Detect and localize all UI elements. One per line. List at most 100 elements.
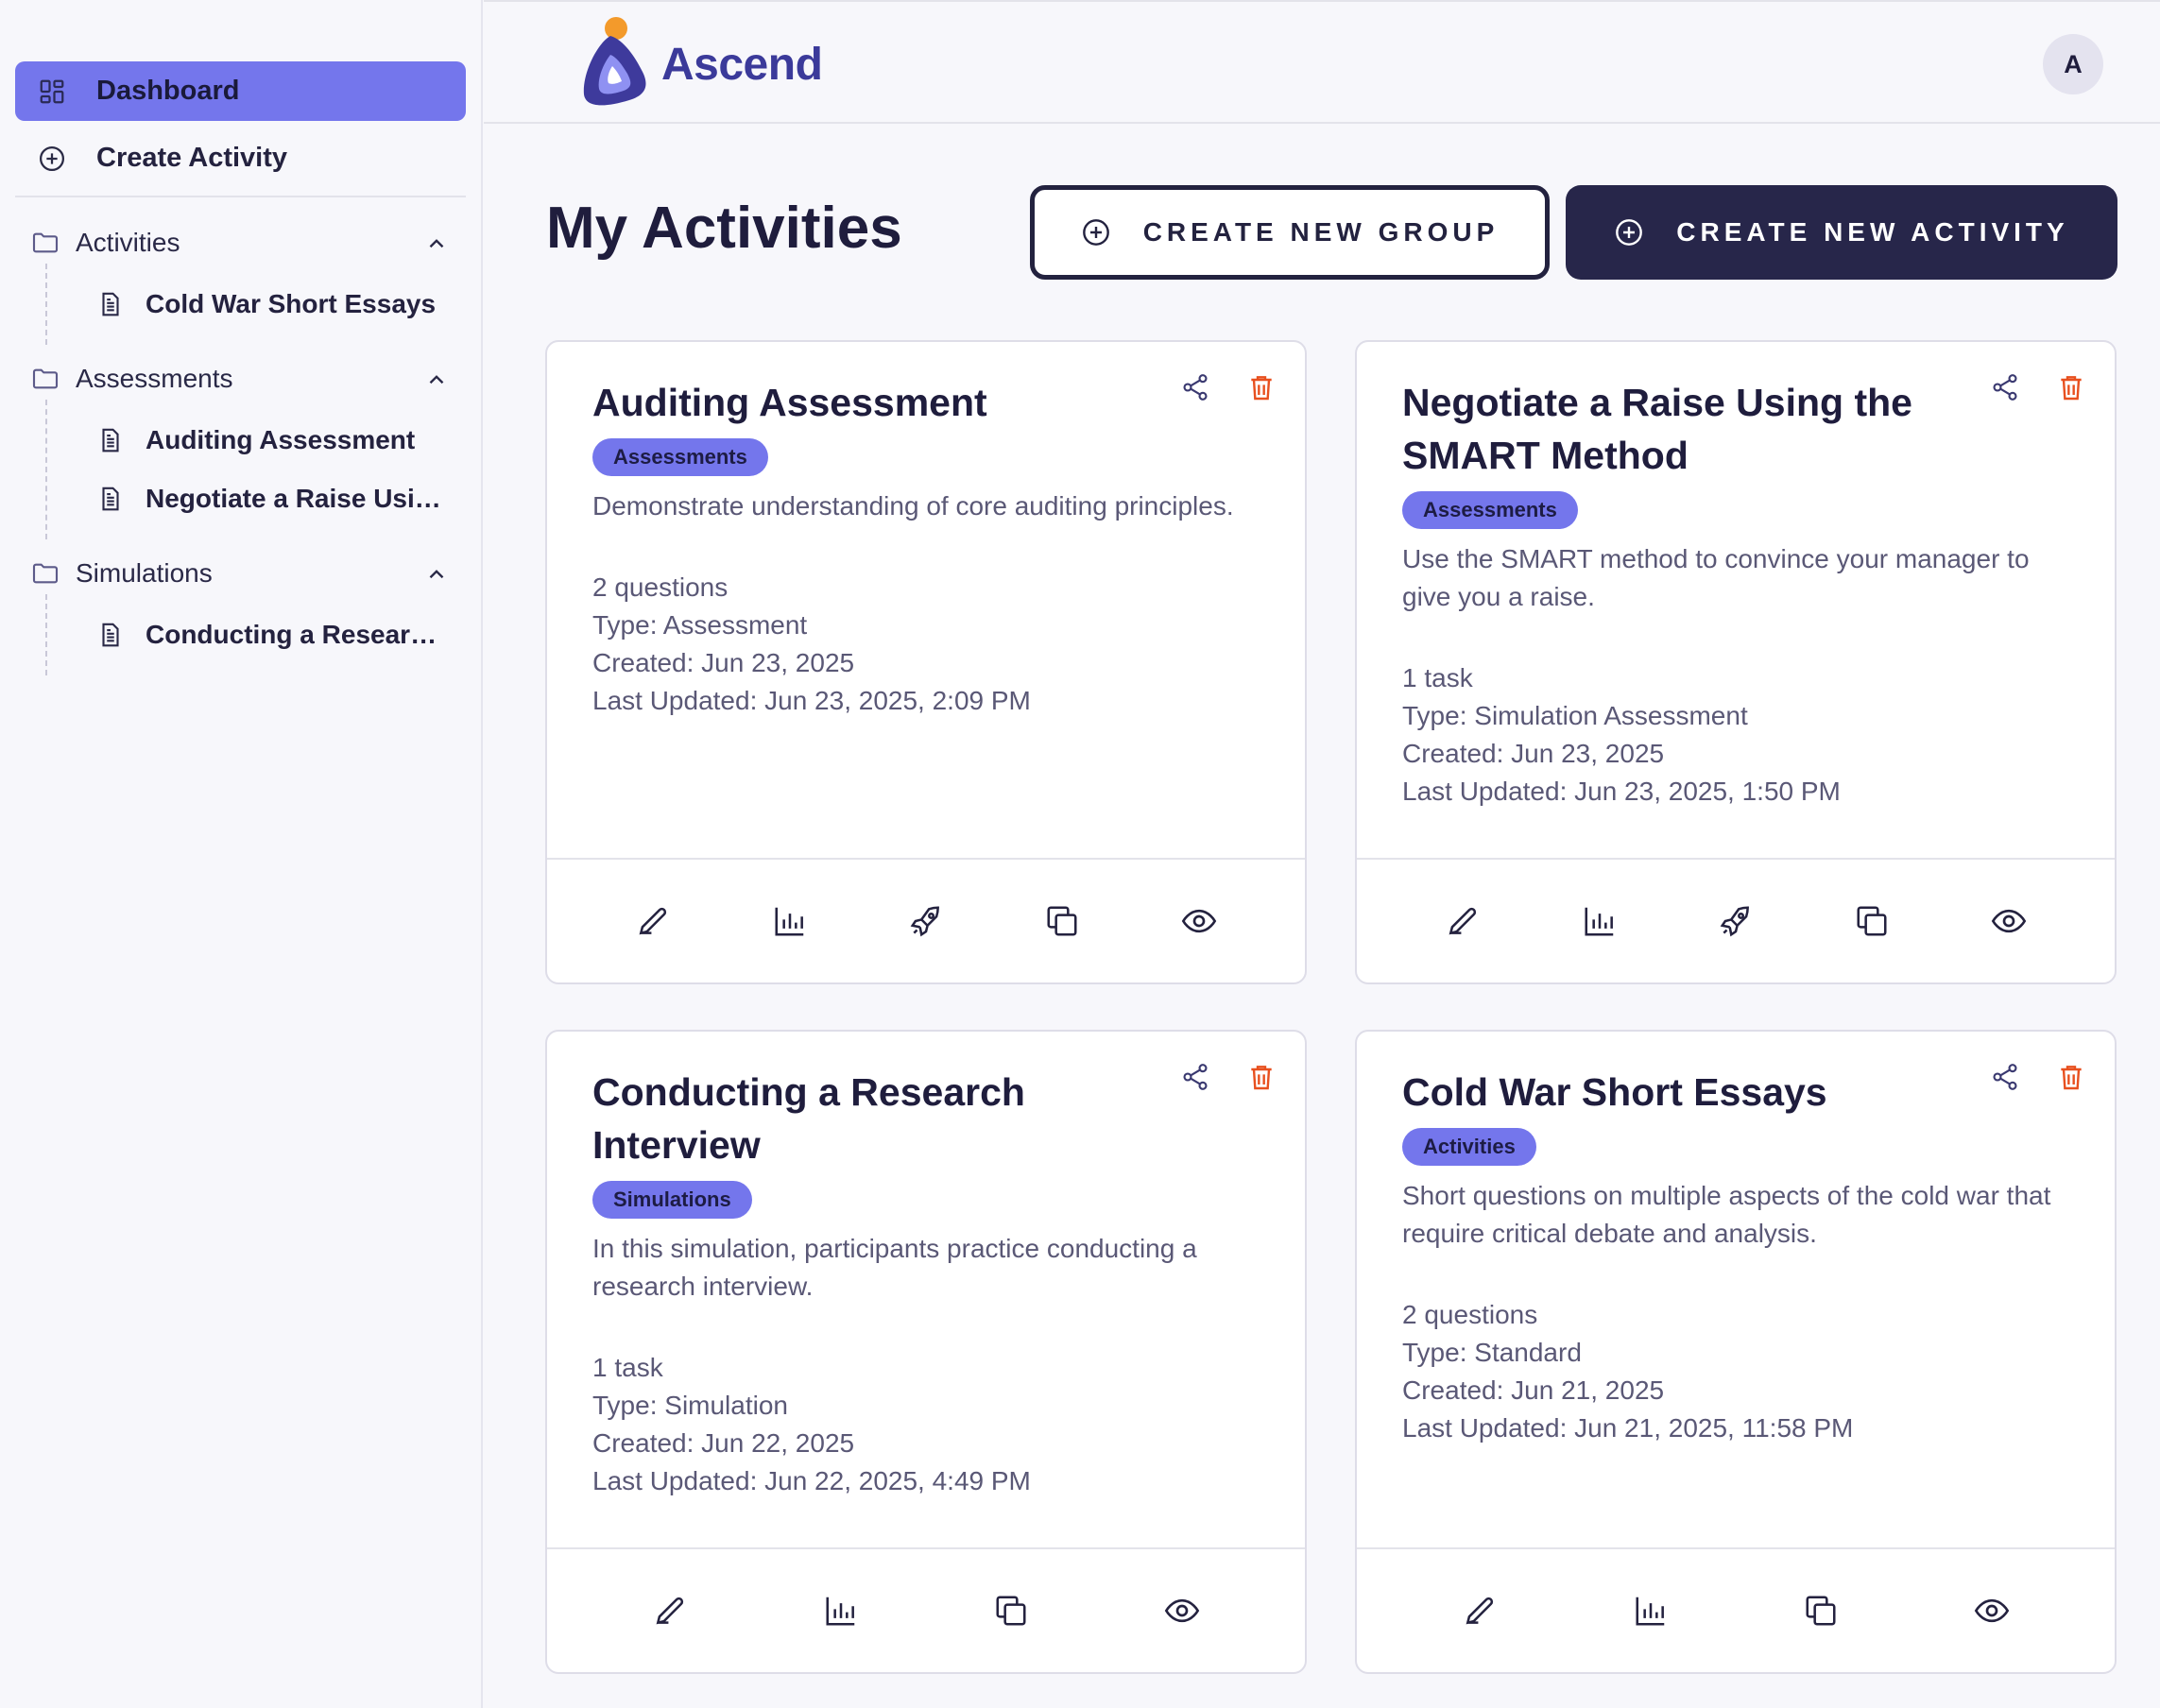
updated-date: Last Updated: Jun 23, 2025, 1:50 PM <box>1402 777 1841 806</box>
nav-dashboard[interactable]: Dashboard <box>15 61 466 121</box>
sidebar-group-activities[interactable]: Activities <box>15 222 466 264</box>
created-date: Created: Jun 23, 2025 <box>592 648 855 677</box>
card-meta: 1 task Type: Simulation Assessment Creat… <box>1402 659 2069 811</box>
duplicate-button[interactable] <box>1039 898 1085 944</box>
analytics-button[interactable] <box>767 898 813 944</box>
activity-card[interactable]: Auditing Assessment Assessments Demonstr… <box>545 340 1307 984</box>
preview-button[interactable] <box>1159 1588 1205 1633</box>
card-top-actions <box>1180 1062 1277 1092</box>
create-activity-label: CREATE NEW ACTIVITY <box>1676 217 2069 247</box>
edit-button[interactable] <box>647 1588 693 1633</box>
chevron-up-icon[interactable] <box>424 367 449 392</box>
item-count: 2 questions <box>1402 1300 1538 1329</box>
copy-icon <box>1806 1596 1836 1626</box>
activity-card[interactable]: Cold War Short Essays Activities Short q… <box>1355 1030 2117 1674</box>
nav-create-activity[interactable]: Create Activity <box>15 128 466 188</box>
eye-icon <box>1991 909 2026 933</box>
updated-date: Last Updated: Jun 22, 2025, 4:49 PM <box>592 1466 1031 1495</box>
sidebar-item-research[interactable]: Conducting a Research Interview <box>47 606 466 664</box>
copy-icon <box>1857 906 1887 936</box>
rocket-icon <box>910 906 939 937</box>
item-count: 1 task <box>1402 663 1473 692</box>
launch-button[interactable] <box>903 898 949 944</box>
analytics-button[interactable] <box>1577 898 1622 944</box>
copy-icon <box>996 1596 1026 1626</box>
sidebar-item-negotiate[interactable]: Negotiate a Raise Using the SMART Method <box>47 470 466 528</box>
plus-circle-icon <box>1082 219 1109 246</box>
analytics-button[interactable] <box>1628 1588 1673 1633</box>
bar-chart-icon <box>826 1597 854 1626</box>
created-date: Created: Jun 23, 2025 <box>1402 739 1665 768</box>
sidebar-divider <box>15 196 466 197</box>
sidebar-item-auditing[interactable]: Auditing Assessment <box>47 411 466 470</box>
card-meta: 2 questions Type: Standard Created: Jun … <box>1402 1296 2069 1447</box>
preview-button[interactable] <box>1986 898 2031 944</box>
duplicate-button[interactable] <box>1798 1588 1843 1633</box>
eye-icon <box>1181 909 1216 933</box>
updated-date: Last Updated: Jun 23, 2025, 2:09 PM <box>592 686 1031 715</box>
create-activity-button[interactable]: CREATE NEW ACTIVITY <box>1566 185 2117 280</box>
user-avatar[interactable]: A <box>2043 34 2103 94</box>
rocket-icon <box>1720 906 1749 937</box>
document-icon <box>102 623 119 647</box>
pencil-icon <box>656 1597 684 1625</box>
card-title: Conducting a Research Interview <box>592 1070 1025 1167</box>
sidebar-group-label: Assessments <box>76 364 233 393</box>
sidebar-item-cold-war[interactable]: Cold War Short Essays <box>47 275 466 333</box>
analytics-button[interactable] <box>818 1588 864 1633</box>
sidebar-item-label: Conducting a Research Interview <box>146 620 450 649</box>
card-top-actions <box>1990 1062 2086 1092</box>
chevron-up-icon[interactable] <box>424 231 449 256</box>
pencil-icon <box>639 907 667 935</box>
card-footer <box>547 858 1305 982</box>
create-group-button[interactable]: CREATE NEW GROUP <box>1030 185 1550 280</box>
card-footer <box>1357 1547 2115 1672</box>
trash-icon[interactable] <box>1246 1062 1277 1092</box>
sidebar-group-children: Conducting a Research Interview <box>45 594 466 675</box>
share-icon[interactable] <box>1180 372 1210 402</box>
preview-button[interactable] <box>1969 1588 2014 1633</box>
share-icon[interactable] <box>1990 372 2020 402</box>
card-top-actions <box>1990 372 2086 402</box>
duplicate-button[interactable] <box>988 1588 1034 1633</box>
duplicate-button[interactable] <box>1849 898 1894 944</box>
share-icon[interactable] <box>1990 1062 2020 1092</box>
sidebar-group-label: Simulations <box>76 558 213 588</box>
card-footer <box>1357 858 2115 982</box>
eye-icon <box>1974 1598 2009 1623</box>
folder-icon <box>32 368 59 389</box>
launch-button[interactable] <box>1713 898 1758 944</box>
activity-type: Type: Standard <box>1402 1338 1582 1367</box>
preview-button[interactable] <box>1176 898 1222 944</box>
created-date: Created: Jun 21, 2025 <box>1402 1375 1665 1405</box>
trash-icon[interactable] <box>2056 372 2086 402</box>
eye-icon <box>1164 1598 1199 1623</box>
activity-type: Type: Simulation <box>592 1391 788 1420</box>
edit-button[interactable] <box>1457 1588 1502 1633</box>
card-meta: 2 questions Type: Assessment Created: Ju… <box>592 569 1260 720</box>
activity-card[interactable]: Conducting a Research Interview Simulati… <box>545 1030 1307 1674</box>
bar-chart-icon <box>775 907 803 936</box>
sidebar: Dashboard Create Activity Activities Col… <box>0 0 483 1708</box>
card-title: Auditing Assessment <box>592 381 987 424</box>
sidebar-group-simulations[interactable]: Simulations <box>15 553 466 594</box>
bar-chart-icon <box>1636 1597 1664 1626</box>
sidebar-item-label: Auditing Assessment <box>146 425 416 454</box>
item-count: 1 task <box>592 1353 663 1382</box>
activity-card[interactable]: Negotiate a Raise Using the SMART Method… <box>1355 340 2117 984</box>
edit-button[interactable] <box>630 898 676 944</box>
document-icon <box>102 292 119 316</box>
bar-chart-icon <box>1585 907 1613 936</box>
top-bar: Ascend A <box>484 0 2160 124</box>
trash-icon[interactable] <box>1246 372 1277 402</box>
chevron-up-icon[interactable] <box>424 562 449 587</box>
sidebar-group-assessments[interactable]: Assessments <box>15 358 466 400</box>
card-description: Use the SMART method to convince your ma… <box>1402 544 2030 611</box>
card-meta: 1 task Type: Simulation Created: Jun 22,… <box>592 1349 1260 1500</box>
trash-icon[interactable] <box>2056 1062 2086 1092</box>
edit-button[interactable] <box>1440 898 1485 944</box>
share-icon[interactable] <box>1180 1062 1210 1092</box>
copy-icon <box>1047 906 1077 936</box>
app-name: Ascend <box>661 39 823 90</box>
app-logo[interactable]: Ascend <box>569 15 823 113</box>
